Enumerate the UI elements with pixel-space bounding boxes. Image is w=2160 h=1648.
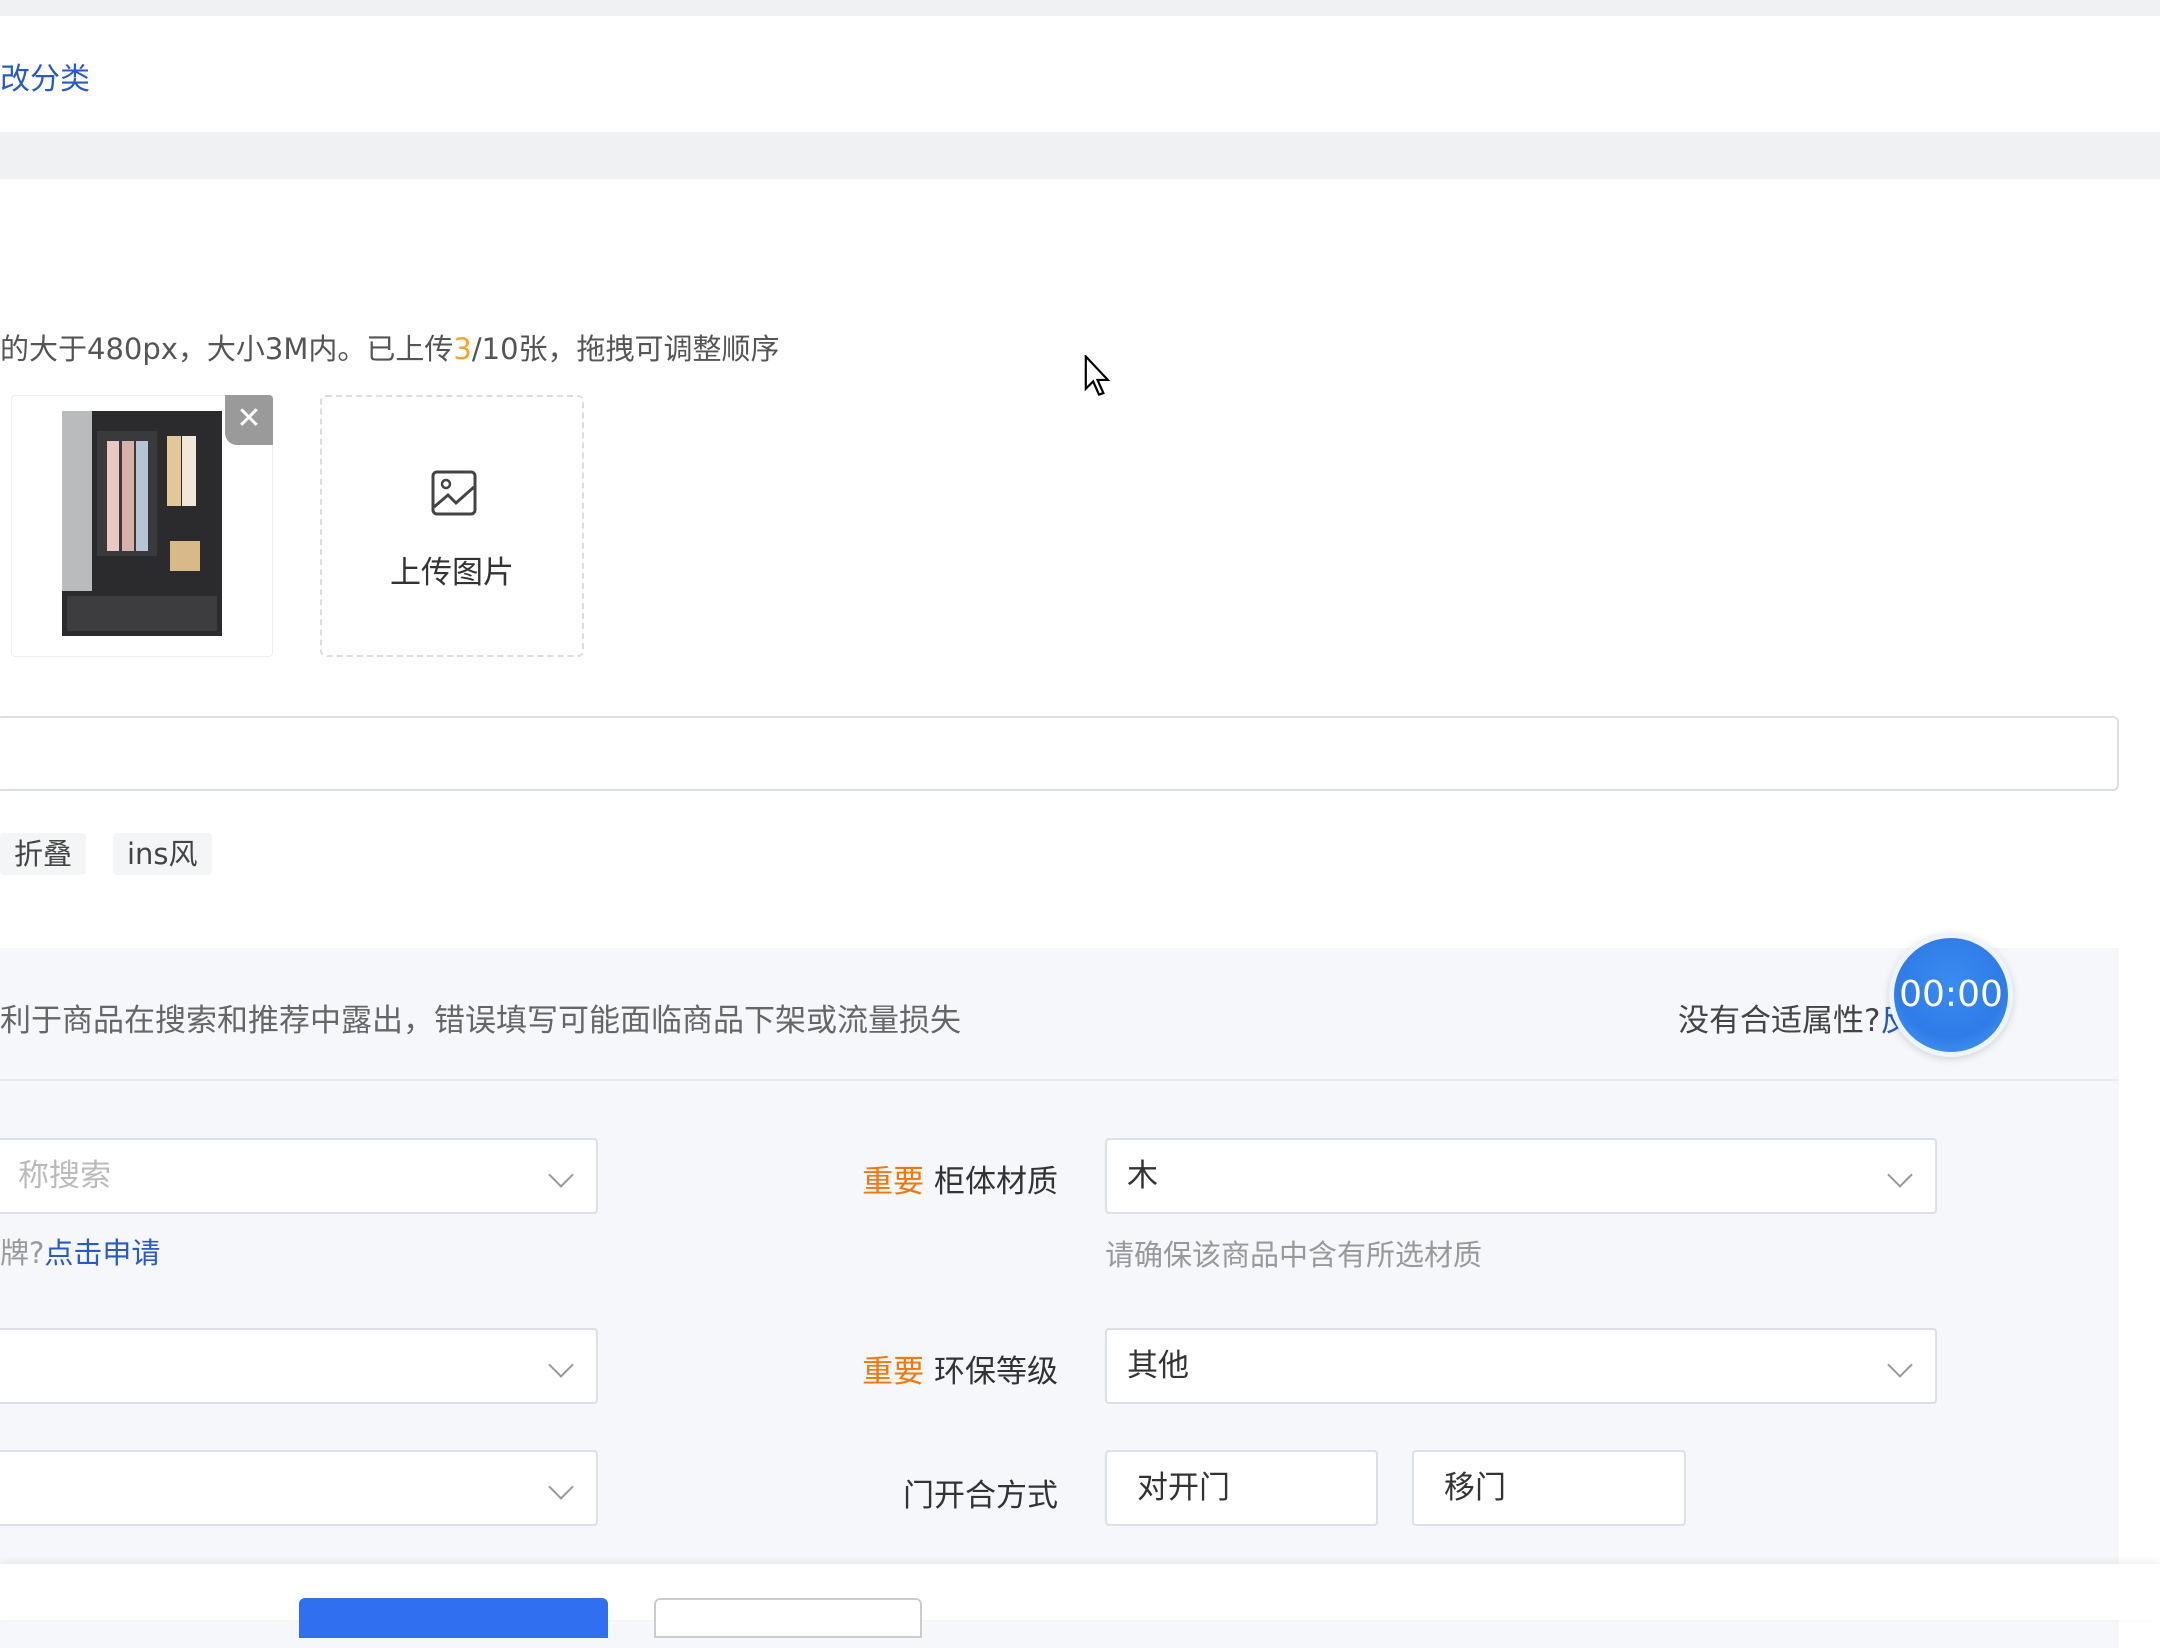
chevron-down-icon bbox=[1887, 1162, 1913, 1188]
mouse-cursor-icon bbox=[1084, 355, 1111, 396]
chevron-down-icon bbox=[1887, 1352, 1913, 1378]
timer-widget[interactable]: 00:00 bbox=[1889, 933, 2013, 1057]
eco-label: 重要 环保等级 bbox=[658, 1346, 1058, 1391]
material-select[interactable]: 木 bbox=[1105, 1138, 1937, 1214]
eco-label-text: 环保等级 bbox=[934, 1354, 1058, 1390]
remove-image-button[interactable]: ✕ bbox=[225, 395, 273, 445]
apply-brand-link[interactable]: 点击申请 bbox=[44, 1236, 160, 1270]
attribute-select-2[interactable] bbox=[0, 1328, 598, 1404]
attributes-notice: 利于商品在搜索和推荐中露出，错误填写可能面临商品下架或流量损失 bbox=[0, 1003, 961, 1039]
chevron-down-icon bbox=[548, 1474, 574, 1500]
change-category-link[interactable]: 改分类 bbox=[0, 54, 90, 98]
door-option-sliding[interactable]: 移门 bbox=[1412, 1450, 1686, 1526]
door-label: 门开合方式 bbox=[903, 1478, 1058, 1514]
material-label: 重要 柜体材质 bbox=[658, 1156, 1058, 1201]
hint-text: 的大于480px，大小3M内。已上传 bbox=[0, 332, 454, 366]
brand-select[interactable]: 称搜索 bbox=[0, 1138, 598, 1214]
material-help: 请确保该商品中含有所选材质 bbox=[1105, 1238, 1483, 1272]
important-badge: 重要 bbox=[862, 1164, 925, 1200]
attribute-select-3[interactable] bbox=[0, 1450, 598, 1526]
primary-button[interactable] bbox=[299, 1598, 608, 1638]
important-badge: 重要 bbox=[862, 1354, 925, 1390]
upload-image-button[interactable]: 上传图片 bbox=[320, 395, 584, 657]
material-value: 木 bbox=[1127, 1158, 1158, 1194]
uploaded-count: 3 bbox=[453, 332, 472, 366]
hint-text-end: /10张，拖拽可调整顺序 bbox=[471, 332, 780, 366]
top-bar bbox=[0, 0, 2160, 16]
tag-ins[interactable]: ins风 bbox=[113, 833, 212, 875]
eco-select[interactable]: 其他 bbox=[1105, 1328, 1937, 1404]
upload-label: 上传图片 bbox=[390, 555, 514, 591]
brand-help-text: 牌? bbox=[0, 1236, 45, 1270]
secondary-button[interactable] bbox=[654, 1598, 922, 1638]
brand-placeholder: 称搜索 bbox=[18, 1158, 111, 1194]
brand-help: 牌?点击申请 bbox=[0, 1230, 160, 1272]
no-fit-text: 没有合适属性? bbox=[1678, 1003, 1881, 1039]
material-label-text: 柜体材质 bbox=[934, 1164, 1058, 1200]
door-option-double[interactable]: 对开门 bbox=[1105, 1450, 1378, 1526]
image-hint: 的大于480px，大小3M内。已上传3/10张，拖拽可调整顺序 bbox=[0, 326, 780, 368]
eco-value: 其他 bbox=[1127, 1348, 1189, 1384]
tag-fold[interactable]: 折叠 bbox=[0, 833, 87, 875]
image-icon bbox=[431, 470, 477, 516]
chevron-down-icon bbox=[548, 1352, 574, 1378]
title-input[interactable] bbox=[0, 716, 2119, 791]
section-divider bbox=[0, 132, 2160, 179]
chevron-down-icon bbox=[548, 1162, 574, 1188]
